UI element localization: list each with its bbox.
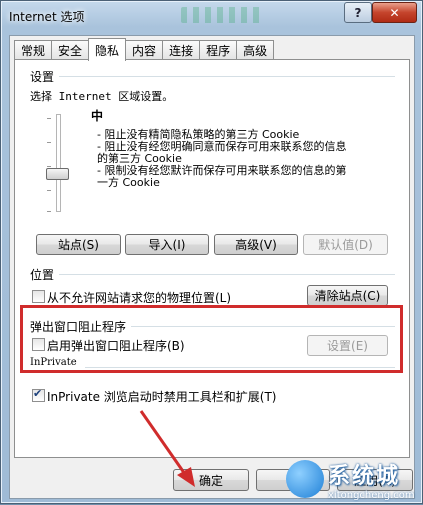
- watermark-url: xitongcheng.com: [328, 489, 415, 501]
- dialog-body: 常规 安全 隐私 内容 连接 程序 高级: [9, 35, 415, 499]
- tab-general[interactable]: 常规: [14, 40, 53, 60]
- location-heading: 位置: [30, 268, 55, 282]
- inprivate-checkbox[interactable]: [32, 387, 45, 402]
- import-button[interactable]: 导入(I): [125, 234, 209, 255]
- tab-connections[interactable]: 连接: [162, 40, 201, 60]
- clear-sites-button[interactable]: 清除站点(C): [307, 285, 388, 306]
- privacy-slider-thumb[interactable]: [46, 168, 69, 180]
- title-bar[interactable]: Internet 选项 ? ✕: [1, 1, 422, 31]
- annotation-arrow-icon: [139, 410, 195, 487]
- dialog-window: Internet 选项 ? ✕ 常规 安全 隐私 内容 连接 程序 高级 设置 …: [0, 0, 423, 504]
- location-checkbox[interactable]: [32, 290, 45, 303]
- tab-strip: 常规 安全 隐私 内容 连接 程序 高级: [14, 38, 275, 61]
- help-button[interactable]: ?: [344, 2, 372, 23]
- question-icon: ?: [354, 5, 362, 20]
- privacy-slider-track: [56, 114, 61, 212]
- zone-instruction: 选择 Internet 区域设置。: [30, 90, 174, 103]
- description-line: 一方 Cookie: [97, 176, 160, 189]
- inprivate-checkbox-label: InPrivate 浏览启动时禁用工具栏和扩展(T): [47, 390, 277, 404]
- default-button[interactable]: 默认值(D): [303, 234, 388, 255]
- settings-divider: [59, 76, 395, 77]
- slider-tick: [47, 142, 51, 143]
- slider-tick: [47, 118, 51, 119]
- window-title: Internet 选项: [9, 10, 85, 24]
- slider-tick: [47, 166, 51, 167]
- tab-advanced[interactable]: 高级: [236, 40, 275, 60]
- tab-programs[interactable]: 程序: [199, 40, 238, 60]
- tab-content[interactable]: 内容: [125, 40, 164, 60]
- location-checkbox-label: 从不允许网站请求您的物理位置(L): [47, 291, 232, 305]
- tab-security[interactable]: 安全: [51, 40, 90, 60]
- settings-heading: 设置: [30, 70, 55, 84]
- highlight-box: [20, 305, 403, 373]
- watermark: 系统城 xitongcheng.com: [286, 453, 423, 505]
- location-divider: [59, 274, 395, 275]
- close-button[interactable]: ✕: [372, 2, 417, 23]
- slider-tick: [47, 190, 51, 191]
- sites-button[interactable]: 站点(S): [36, 234, 121, 255]
- title-background-decoration: [181, 7, 261, 23]
- watermark-brand: 系统城: [328, 463, 401, 489]
- slider-tick: [47, 211, 51, 212]
- watermark-text: 系统城 xitongcheng.com: [328, 458, 415, 501]
- privacy-level: 中: [91, 109, 104, 123]
- watermark-logo-icon: [286, 460, 324, 498]
- advanced-button[interactable]: 高级(V): [214, 234, 298, 255]
- tab-privacy[interactable]: 隐私: [88, 38, 127, 61]
- privacy-level-description: - 阻止没有精简隐私策略的第三方 Cookie - 阻止没有经您明确同意而保存可…: [97, 129, 387, 189]
- close-icon: ✕: [389, 5, 400, 20]
